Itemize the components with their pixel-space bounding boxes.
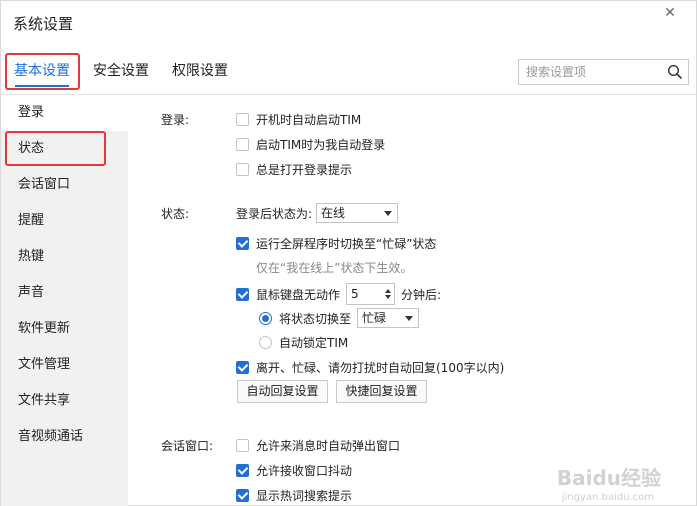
sidebar-item-sound[interactable]: 声音 [1,275,128,311]
stepper-value: 5 [351,287,359,301]
sidebar-item-status[interactable]: 状态 [1,131,128,167]
checkbox-box[interactable] [236,464,249,477]
checkbox-box[interactable] [236,113,249,126]
sidebar: 登录 状态 会话窗口 提醒 热键 声音 软件更新 文件管理 文件共享 音视频通话 [1,95,128,506]
checkbox-label: 离开、忙碌、请勿打扰时自动回复(100字以内) [256,361,505,375]
chevron-up-icon[interactable] [385,289,392,293]
tab-security-settings[interactable]: 安全设置 [87,53,155,91]
checkbox-login-prompt[interactable]: 总是打开登录提示 [236,161,352,178]
radio-auto-lock[interactable]: 自动锁定TIM [259,334,348,351]
tab-basic-settings[interactable]: 基本设置 [5,53,79,91]
chevron-down-icon [405,316,414,321]
checkbox-label: 显示热词搜索提示 [256,489,353,503]
checkbox-label: 开机时自动启动TIM [256,113,362,127]
quick-reply-settings-button[interactable]: 快捷回复设置 [336,380,427,403]
select-value: 在线 [321,206,346,220]
checkbox-box[interactable] [236,361,249,374]
sidebar-item-av-call[interactable]: 音视频通话 [1,419,128,455]
chevron-down-icon [384,211,393,216]
sidebar-item-file-sharing[interactable]: 文件共享 [1,383,128,419]
radio-label: 自动锁定TIM [279,336,349,350]
checkbox-label: 允许接收窗口抖动 [256,464,353,478]
watermark-url: jingyan.baidu.com [561,492,654,503]
idle-minutes-stepper[interactable]: 5 [346,283,396,305]
section-label-status: 状态: [161,207,190,221]
checkbox-fullscreen-busy[interactable]: 运行全屏程序时切换至“忙碌”状态 [236,235,436,252]
checkbox-idle[interactable] [236,287,249,301]
checkbox-label: 总是打开登录提示 [256,163,353,177]
section-label-login: 登录: [161,113,190,127]
checkbox-popup-window[interactable]: 允许来消息时自动弹出窗口 [236,437,400,454]
checkbox-label: 鼠标键盘无动作 [256,287,341,302]
idle-row: 鼠标键盘无动作 5 分钟后: [236,283,441,305]
sidebar-item-hotkey[interactable]: 热键 [1,239,128,275]
watermark-logo: Baidu经验 [556,466,661,490]
checkbox-box[interactable] [236,439,249,452]
sidebar-item-file-management[interactable]: 文件管理 [1,347,128,383]
checkbox-box[interactable] [236,138,249,151]
window-title: 系统设置 [13,15,74,33]
settings-content: 登录: 开机时自动启动TIM 启动TIM时为我自动登录 总是打开登录提示 状态:… [128,95,697,506]
after-login-status-label: 登录后状态为: [236,206,313,221]
idle-switch-row: 将状态切换至 忙碌 [259,308,420,328]
radio-button[interactable] [259,336,272,349]
checkbox-autostart[interactable]: 开机时自动启动TIM [236,111,361,128]
search-box [518,59,689,85]
checkbox-hotword-hint[interactable]: 显示热词搜索提示 [236,487,352,504]
radio-switch-status[interactable] [259,311,272,325]
checkbox-window-shake[interactable]: 允许接收窗口抖动 [236,462,352,479]
checkbox-box[interactable] [236,237,249,250]
checkbox-label: 允许来消息时自动弹出窗口 [256,439,401,453]
checkbox-auto-reply[interactable]: 离开、忙碌、请勿打扰时自动回复(100字以内) [236,359,504,376]
auto-reply-settings-button[interactable]: 自动回复设置 [237,380,328,403]
tab-permission-settings[interactable]: 权限设置 [165,53,235,91]
after-login-status-select[interactable]: 在线 [316,203,399,223]
checkbox-box[interactable] [236,489,249,502]
close-icon[interactable]: ✕ [660,3,680,23]
fullscreen-hint: 仅在“我在线上”状态下生效。 [256,261,413,275]
sidebar-item-reminder[interactable]: 提醒 [1,203,128,239]
checkbox-box[interactable] [236,163,249,176]
sidebar-item-session-window[interactable]: 会话窗口 [1,167,128,203]
idle-suffix: 分钟后: [401,287,442,302]
after-login-status-row: 登录后状态为: 在线 [236,203,399,223]
section-label-session: 会话窗口: [161,439,214,453]
checkbox-autologin[interactable]: 启动TIM时为我自动登录 [236,136,385,153]
checkbox-label: 运行全屏程序时切换至“忙碌”状态 [256,237,437,251]
search-icon[interactable] [667,64,683,80]
chevron-down-icon[interactable] [385,295,392,299]
radio-label: 将状态切换至 [279,311,352,326]
sidebar-item-software-update[interactable]: 软件更新 [1,311,128,347]
checkbox-label: 启动TIM时为我自动登录 [256,138,386,152]
search-input[interactable] [519,60,659,84]
sidebar-item-login[interactable]: 登录 [1,95,128,131]
settings-window: 系统设置 ✕ 基本设置 安全设置 权限设置 登录 状态 会话窗口 提醒 热键 声… [0,0,697,506]
select-value: 忙碌 [362,311,387,325]
idle-status-select[interactable]: 忙碌 [357,308,420,328]
